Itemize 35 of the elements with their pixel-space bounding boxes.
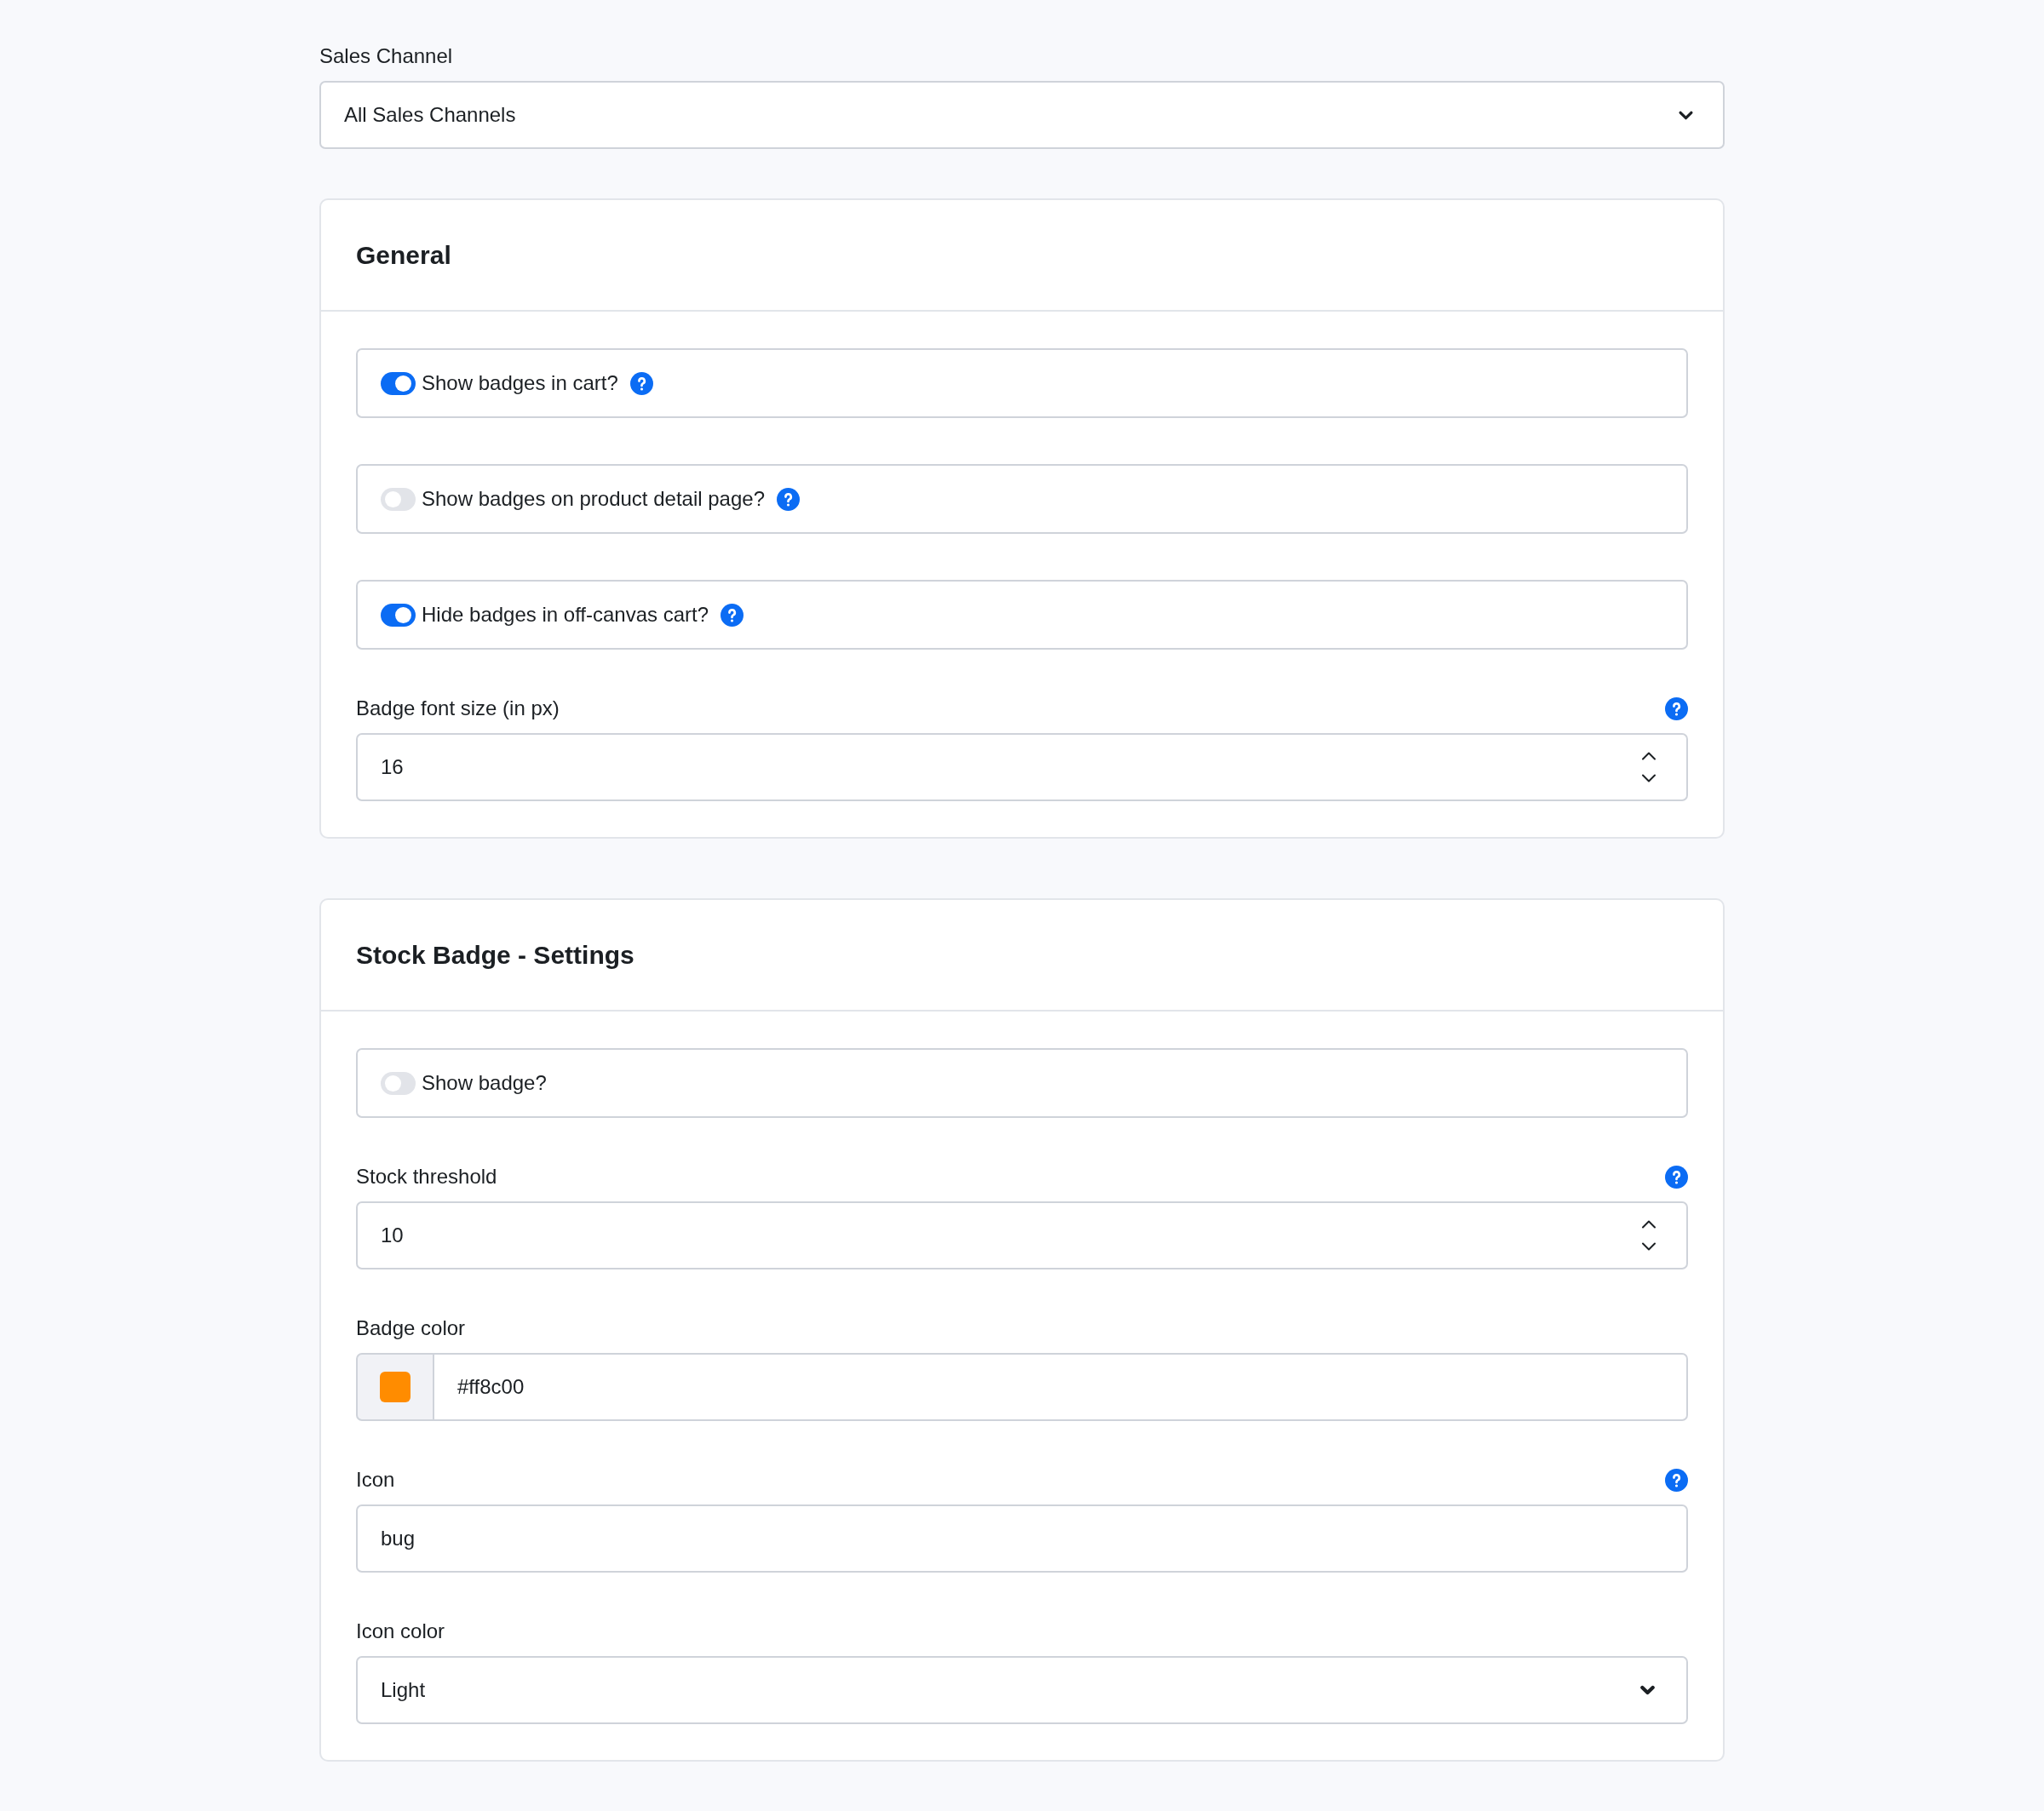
help-icon[interactable] <box>629 371 653 395</box>
field-label: Sales Channel <box>319 43 453 69</box>
help-icon[interactable] <box>1665 1468 1688 1492</box>
field-label: Icon color <box>356 1619 445 1644</box>
color-picker-button[interactable] <box>356 1353 434 1421</box>
help-icon[interactable] <box>777 487 800 511</box>
toggle-label: Show badges on product detail page? <box>422 486 765 512</box>
field-label: Stock threshold <box>356 1164 497 1189</box>
text-field[interactable]: bug <box>356 1504 1688 1573</box>
field-label: Badge font size (in px) <box>356 696 560 721</box>
toggle-label: Hide badges in off-canvas cart? <box>422 602 709 628</box>
toggle-switch[interactable] <box>381 603 416 627</box>
chevron-up-icon[interactable] <box>1641 1220 1656 1229</box>
toggle-switch[interactable] <box>381 487 416 511</box>
toggle-label: Show badge? <box>422 1070 547 1096</box>
card-title: General <box>356 239 451 271</box>
color-input[interactable]: #ff8c00 <box>434 1353 1688 1421</box>
help-icon[interactable] <box>1665 696 1688 720</box>
toggle-switch[interactable] <box>381 1071 416 1095</box>
chevron-down-icon[interactable] <box>1641 774 1656 782</box>
field-label: Icon <box>356 1467 395 1493</box>
number-field[interactable]: 10 <box>356 1201 1688 1269</box>
chevron-up-icon[interactable] <box>1641 752 1656 760</box>
number-field[interactable]: 16 <box>356 733 1688 801</box>
help-icon[interactable] <box>1665 1165 1688 1189</box>
toggle-switch[interactable] <box>381 371 416 395</box>
chevron-down-icon[interactable] <box>1641 1242 1656 1251</box>
card-title: Stock Badge - Settings <box>356 939 634 971</box>
chevron-down-icon <box>1679 110 1693 120</box>
field-label: Badge color <box>356 1315 466 1341</box>
help-icon[interactable] <box>721 603 744 627</box>
toggle-label: Show badges in cart? <box>422 370 618 396</box>
select-field[interactable]: Light <box>356 1656 1688 1724</box>
select-field[interactable]: All Sales Channels <box>319 81 1725 149</box>
chevron-down-icon <box>1640 1685 1655 1695</box>
